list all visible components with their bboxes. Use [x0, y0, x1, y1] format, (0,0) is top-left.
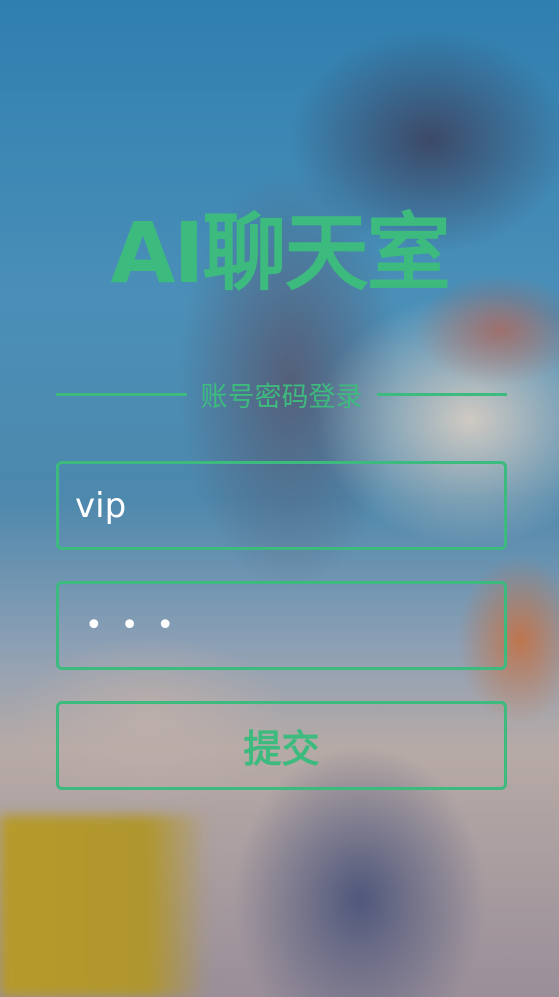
login-method-label: 账号密码登录 — [200, 381, 363, 413]
page-title: AI聊天室 — [110, 204, 450, 302]
submit-button[interactable]: 提交 — [56, 701, 507, 790]
password-input[interactable]: ••• — [59, 608, 192, 643]
password-field[interactable]: ••• — [56, 581, 507, 670]
divider-line-right — [376, 392, 507, 396]
username-input[interactable] — [59, 484, 504, 527]
login-method-divider: 账号密码登录 — [56, 374, 507, 414]
username-field[interactable] — [56, 461, 507, 550]
divider-line-left — [56, 392, 187, 396]
background-yellow-patch — [0, 815, 210, 997]
